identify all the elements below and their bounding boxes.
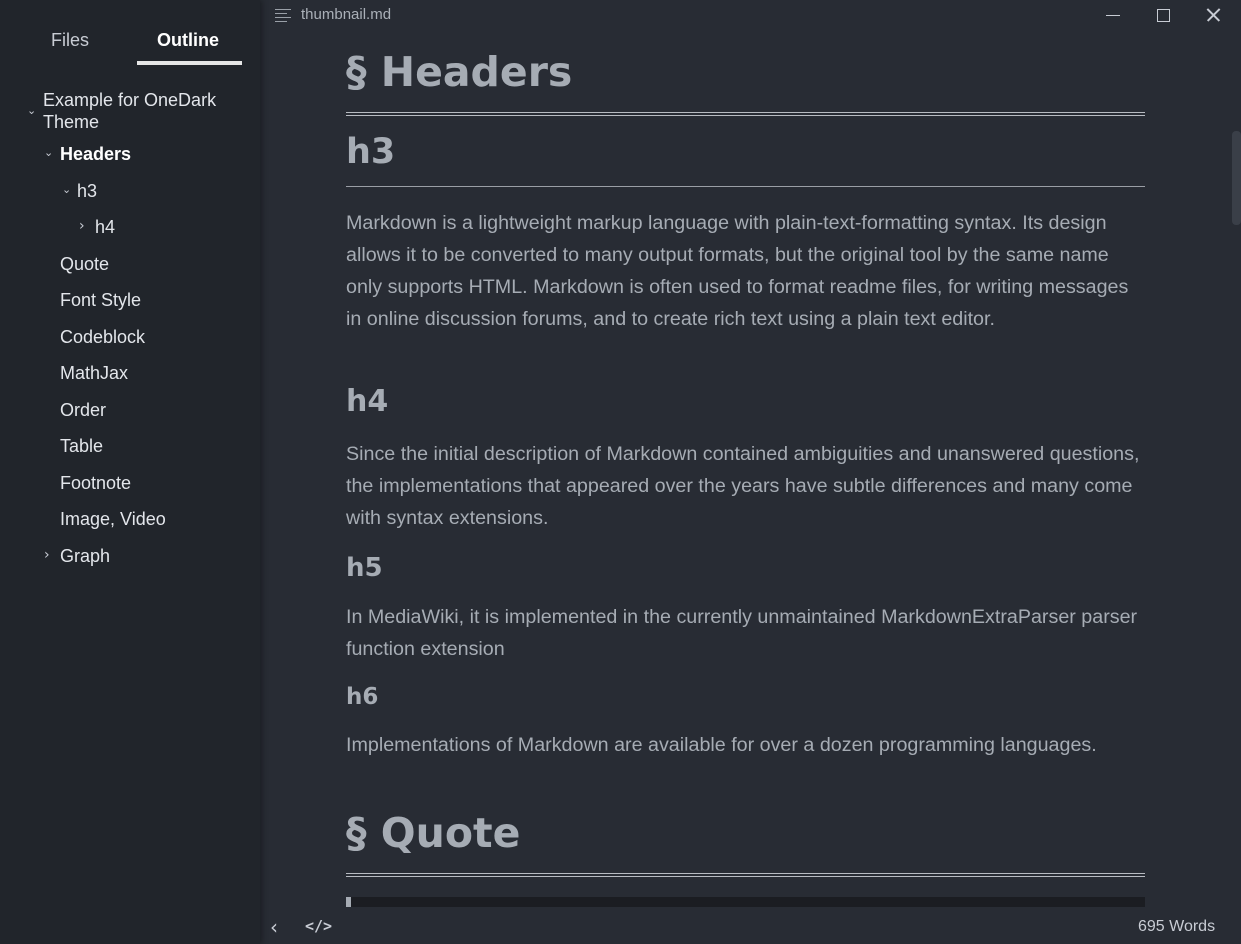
- chevron-down-icon[interactable]: ⌄: [27, 104, 36, 117]
- chevron-down-icon[interactable]: ⌄: [62, 183, 71, 196]
- word-count[interactable]: 695 Words: [1138, 917, 1215, 937]
- heading-h5: h5: [346, 553, 383, 583]
- chevron-right-icon[interactable]: ›: [44, 547, 50, 563]
- code-icon[interactable]: </>: [305, 917, 332, 935]
- heading-headers: § Headers: [346, 48, 573, 96]
- active-tab-indicator: [137, 61, 242, 65]
- chevron-left-icon[interactable]: ‹: [270, 915, 278, 939]
- outline-item-mathjax[interactable]: MathJax: [60, 362, 128, 384]
- outline-item-table[interactable]: Table: [60, 435, 103, 457]
- menu-icon[interactable]: [275, 9, 291, 22]
- outline-item-label: Example for OneDark: [43, 90, 217, 110]
- heading-divider: [346, 112, 1145, 116]
- status-bar: [260, 907, 1241, 944]
- outline-item-font-style[interactable]: Font Style: [60, 289, 141, 311]
- paragraph-languages: Implementations of Markdown are availabl…: [346, 734, 1097, 756]
- tab-files[interactable]: Files: [51, 28, 89, 52]
- maximize-icon[interactable]: [1150, 4, 1176, 26]
- scrollbar-thumb[interactable]: [1232, 131, 1241, 225]
- heading-h6: h6: [346, 684, 379, 710]
- heading-h3: h3: [346, 132, 396, 172]
- outline-item-quote[interactable]: Quote: [60, 253, 109, 275]
- outline-item-order[interactable]: Order: [60, 399, 106, 421]
- minimize-icon[interactable]: [1100, 4, 1126, 26]
- document-filename: thumbnail.md: [301, 6, 392, 23]
- paragraph-implementations: Since the initial description of Markdow…: [346, 443, 1140, 529]
- heading-divider: [346, 186, 1145, 187]
- sidebar: Files Outline ⌄ Example for OneDark Them…: [0, 0, 260, 944]
- heading-divider: [346, 873, 1145, 877]
- close-icon[interactable]: [1200, 4, 1226, 26]
- paragraph-markdown-intro: Markdown is a lightweight markup languag…: [346, 212, 1129, 330]
- sidebar-tabs: Files Outline: [0, 0, 260, 66]
- outline-item-graph[interactable]: Graph: [60, 545, 110, 567]
- heading-quote: § Quote: [346, 809, 521, 857]
- heading-h4: h4: [346, 384, 389, 419]
- outline-item-h3[interactable]: h3: [77, 180, 97, 202]
- outline-item-image-video[interactable]: Image, Video: [60, 508, 166, 530]
- blockquote-start: [346, 897, 1145, 907]
- chevron-right-icon[interactable]: ›: [79, 218, 85, 234]
- paragraph-mediawiki: In MediaWiki, it is implemented in the c…: [346, 606, 1138, 660]
- title-bar: [260, 0, 1241, 30]
- tab-outline[interactable]: Outline: [157, 28, 219, 52]
- chevron-down-icon[interactable]: ⌄: [44, 146, 53, 159]
- outline-item-document[interactable]: Example for OneDark Theme: [43, 89, 216, 133]
- outline-item-h4[interactable]: h4: [95, 216, 115, 238]
- outline-item-label-line2: Theme: [43, 112, 100, 132]
- outline-item-footnote[interactable]: Footnote: [60, 472, 131, 494]
- outline-item-headers[interactable]: Headers: [60, 143, 131, 165]
- outline-item-codeblock[interactable]: Codeblock: [60, 326, 145, 348]
